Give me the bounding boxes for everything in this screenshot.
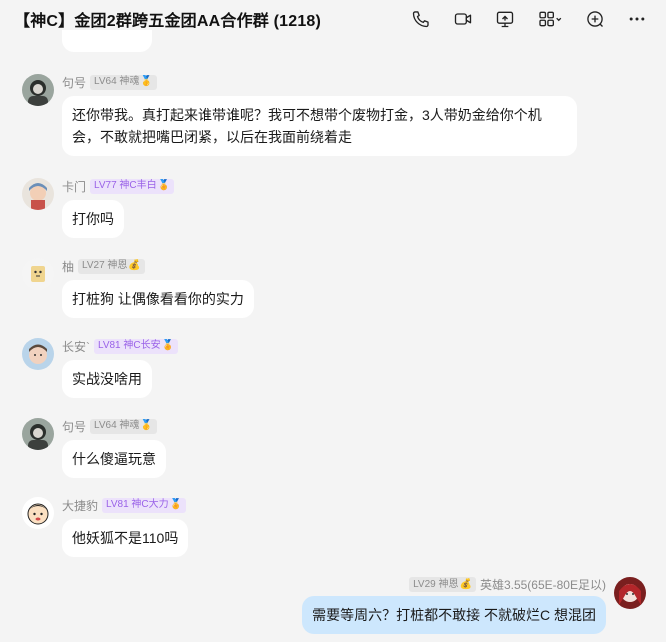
level-badge: LV27 神恩 💰 (78, 258, 145, 274)
medal-icon: 💰 (128, 260, 141, 271)
own-message-bubble[interactable]: 需要等周六？打桩都不敢接 不就破烂C 想混团 (302, 596, 606, 634)
level-badge: LV29 神恩 💰 (409, 577, 476, 592)
level-badge-text: LV77 神C丰白 (94, 180, 157, 191)
avatar[interactable] (22, 418, 54, 450)
sender-name[interactable]: 柚 (62, 258, 74, 275)
message-meta: 句号 LV64 神魂 🥇 (62, 74, 157, 90)
sender-name[interactable]: 句号 (62, 418, 86, 435)
medal-icon: 🏅 (161, 340, 175, 351)
avatar[interactable] (22, 74, 54, 106)
message-bubble[interactable]: 实战没啥用 (62, 360, 152, 398)
level-badge: LV81 神C大力 🏅 (102, 497, 187, 513)
message-bubble[interactable]: 打桩狗 让偶像看看你的实力 (62, 280, 254, 318)
level-badge-text: LV29 神恩 (413, 578, 459, 590)
message-bubble[interactable]: 他妖狐不是110吗 (62, 519, 189, 557)
sender-name[interactable]: 英雄3.55(65E-80E足以) (480, 576, 606, 593)
level-badge-text: LV81 神C长安 (98, 340, 161, 351)
sender-name[interactable]: 卡门 (62, 178, 86, 195)
level-badge: LV64 神魂 🥇 (90, 74, 157, 90)
level-badge-text: LV81 神C大力 (106, 499, 169, 510)
message-meta: 长安` LV81 神C长安 🏅 (62, 338, 179, 355)
phone-icon[interactable] (408, 6, 434, 32)
level-badge-text: LV64 神魂 (94, 420, 140, 431)
message-meta: 柚 LV27 神恩 💰 (62, 258, 145, 274)
message-meta: 大捷豹 LV81 神C大力 🏅 (62, 497, 187, 514)
message-bubble[interactable]: 还你带我。真打起来谁带谁呢？我可不想带个废物打金，3人带奶金给你个机会，不敢就把… (62, 96, 577, 156)
level-badge: LV64 神魂 🥇 (90, 418, 157, 434)
level-badge: LV77 神C丰白 🏅 (90, 178, 175, 194)
avatar[interactable] (22, 497, 54, 529)
level-badge: LV81 神C长安 🏅 (94, 338, 179, 354)
level-badge-text: LV27 神恩 (82, 260, 128, 271)
level-badge-text: LV64 神魂 (94, 76, 140, 87)
add-icon[interactable] (582, 6, 608, 32)
message-bubble[interactable]: 什么傻逼玩意 (62, 440, 166, 478)
sender-name[interactable]: 句号 (62, 74, 86, 91)
sender-name[interactable]: 长安` (62, 338, 90, 355)
medal-icon: 💰 (459, 578, 472, 590)
avatar[interactable] (22, 338, 54, 370)
chat-title: 【神C】金团2群跨五金团AA合作群 (1218) (14, 13, 322, 30)
avatar[interactable] (22, 258, 54, 290)
medal-icon: 🥇 (140, 76, 153, 87)
medal-icon: 🏅 (169, 499, 183, 510)
screen-share-icon[interactable] (492, 6, 518, 32)
more-icon[interactable] (624, 6, 650, 32)
sender-name[interactable]: 大捷豹 (62, 497, 98, 514)
avatar[interactable] (22, 178, 54, 210)
message-bubble[interactable]: 打你吗 (62, 200, 124, 238)
medal-icon: 🏅 (157, 180, 171, 191)
medal-icon: 🥇 (140, 420, 153, 431)
own-message-meta: LV29 神恩 💰 英雄3.55(65E-80E足以) (409, 576, 606, 593)
message-meta: 句号 LV64 神魂 🥇 (62, 418, 157, 434)
own-avatar[interactable] (614, 577, 646, 609)
previous-message-bubble[interactable] (62, 30, 152, 52)
message-meta: 卡门 LV77 神C丰白 🏅 (62, 178, 175, 195)
video-call-icon[interactable] (450, 6, 476, 32)
header-toolbar (392, 6, 650, 32)
apps-icon[interactable] (534, 6, 566, 32)
